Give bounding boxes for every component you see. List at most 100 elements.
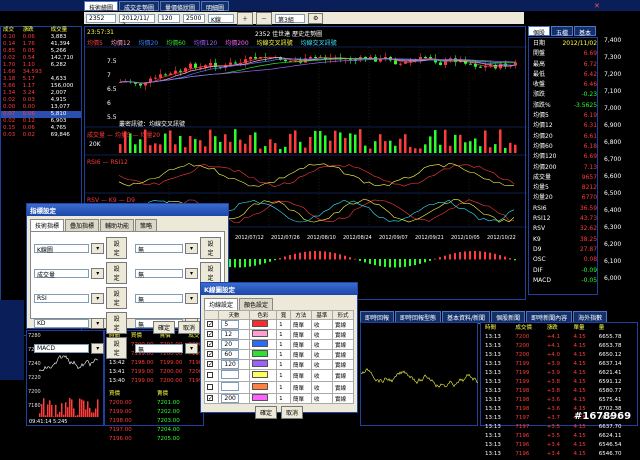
dropdown-arrow-icon[interactable]: ▾ (91, 267, 105, 279)
ma-days-input[interactable] (221, 370, 240, 379)
ma-base-cell[interactable]: 收 (310, 369, 333, 382)
table-row[interactable]: 5.66 1.17 156,000 (1, 83, 81, 90)
ma-color-cell[interactable] (248, 329, 278, 340)
overlay-settings-button[interactable]: 設定 (200, 262, 221, 284)
ma-color-cell[interactable] (248, 319, 278, 330)
ma-shape-cell[interactable]: 實線 (331, 359, 355, 370)
ma-color-swatch[interactable] (251, 340, 268, 347)
ma-color-swatch[interactable] (251, 394, 268, 401)
overlay-settings-button[interactable]: 設定 (200, 237, 221, 259)
info-tab-1[interactable]: 五檔 (551, 26, 574, 37)
kline-cancel-button[interactable]: 取消 (281, 406, 304, 419)
ma-checkbox[interactable]: ✓ (207, 331, 213, 338)
date-input[interactable]: 2012/11/ 2 (119, 13, 155, 29)
ma-base-cell[interactable]: 收 (310, 349, 333, 360)
dropdown-arrow-icon[interactable]: ▾ (91, 342, 105, 354)
ma-shape-cell[interactable]: 實線 (331, 369, 355, 382)
count-input[interactable]: 120 (158, 13, 180, 23)
ma-checkbox[interactable]: ✓ (207, 395, 213, 402)
table-row[interactable]: 3.18 5.17 4,633 (1, 76, 81, 83)
overlay-select[interactable]: 無 (135, 243, 184, 254)
dropdown-arrow-icon[interactable]: ▾ (185, 242, 199, 254)
indicator-settings-button[interactable]: 設定 (106, 287, 128, 309)
close-icon[interactable]: ✕ (594, 2, 600, 10)
group-select[interactable]: 第3組 (275, 13, 306, 24)
table-row[interactable]: 0.02 0.03 4,915 (1, 97, 81, 104)
indicator-settings-button[interactable]: 設定 (106, 262, 128, 284)
ma-shape-cell[interactable]: 實線 (331, 393, 355, 404)
ma-w-cell[interactable]: 1 (276, 393, 291, 404)
ma-w-cell[interactable]: 1 (276, 349, 291, 360)
period-input[interactable]: 2500 (183, 13, 205, 23)
ma-days-input[interactable]: 12 (221, 330, 240, 339)
ok-button[interactable]: 確定 (152, 321, 175, 334)
ma-shape-cell[interactable]: 實線 (331, 319, 355, 330)
ma-days-input[interactable] (221, 382, 240, 391)
table-row[interactable]: 1.66 34,593 (1, 69, 81, 76)
dropdown-arrow-icon[interactable]: ▾ (185, 342, 199, 354)
ma-color-swatch[interactable] (251, 320, 268, 327)
ma-color-cell[interactable] (248, 359, 278, 370)
ma-color-cell[interactable] (248, 339, 278, 350)
ma-w-cell[interactable]: 1 (276, 329, 291, 340)
ma-base-cell[interactable]: 收 (310, 329, 333, 340)
indicator-settings-button[interactable]: 設定 (106, 312, 128, 334)
ma-base-cell[interactable]: 收 (310, 339, 333, 350)
ma-days-input[interactable]: 20 (221, 340, 240, 349)
settings-icon[interactable]: ⚙ (308, 12, 324, 24)
dropdown-arrow-icon[interactable]: ▾ (185, 267, 199, 279)
ma-shape-cell[interactable]: 實線 (331, 339, 355, 350)
ma-days-input[interactable]: 5 (221, 320, 240, 329)
indicator-select[interactable]: 成交量 (34, 268, 90, 279)
overlay-select[interactable]: 無 (135, 293, 184, 304)
ma-method-cell[interactable]: 簡單 (289, 349, 312, 360)
ma-days-input[interactable]: 200 (221, 394, 240, 403)
cancel-button[interactable]: 取消 (177, 321, 200, 334)
info-tab-2[interactable]: 基本 (574, 26, 597, 37)
zoom-out-icon[interactable]: － (256, 11, 273, 25)
table-row[interactable]: 0.15 0.06 4,765 (1, 125, 81, 132)
ma-color-cell[interactable] (248, 393, 278, 404)
ma-checkbox[interactable]: ✓ (207, 361, 213, 368)
ma-checkbox[interactable]: ✓ (207, 321, 213, 328)
ma-method-cell[interactable]: 簡單 (289, 369, 312, 382)
ma-method-cell[interactable]: 簡單 (289, 359, 312, 370)
indicator-select[interactable]: MACD (34, 343, 90, 353)
table-row[interactable]: 0.00 0.00 13,077 (1, 104, 81, 111)
indicator-settings-button[interactable]: 設定 (106, 337, 128, 359)
ma-base-cell[interactable]: 收 (310, 319, 333, 330)
ma-method-cell[interactable]: 簡單 (289, 339, 312, 350)
ma-days-input[interactable]: 60 (221, 350, 240, 359)
dropdown-arrow-icon[interactable]: ▾ (91, 242, 105, 254)
ma-method-cell[interactable]: 簡單 (289, 381, 312, 394)
kline-tab-1[interactable]: 顏色設定 (239, 298, 274, 310)
indicator-tab-0[interactable]: 技術指標 (30, 219, 65, 231)
indicator-tab-2[interactable]: 輔助功能 (100, 219, 135, 231)
table-row[interactable]: 0.02 0.12 6,903 (1, 118, 81, 125)
dropdown-arrow-icon[interactable]: ▾ (185, 292, 199, 304)
ma-shape-cell[interactable]: 實線 (331, 381, 355, 394)
ma-shape-cell[interactable]: 實線 (331, 329, 355, 340)
info-tab-0[interactable]: 個股 (528, 26, 551, 37)
ma-base-cell[interactable]: 收 (310, 381, 333, 394)
top-tab-1[interactable]: 成交走勢圖 (119, 1, 160, 12)
dropdown-arrow-icon[interactable]: ▾ (91, 292, 105, 304)
ma-checkbox[interactable] (207, 383, 213, 390)
top-tab-3[interactable]: 明細圖 (201, 1, 230, 12)
ma-checkbox[interactable]: ✓ (207, 351, 213, 358)
chart-mode-select[interactable]: K線 (208, 13, 234, 24)
ma-w-cell[interactable]: 1 (276, 381, 291, 394)
indicator-select[interactable]: RSI (34, 293, 90, 303)
zoom-in-icon[interactable]: ＋ (237, 11, 254, 25)
top-tab-0[interactable]: 技術繪圖 (84, 1, 119, 12)
ma-method-cell[interactable]: 簡單 (289, 319, 312, 330)
ma-color-swatch[interactable] (251, 350, 268, 357)
ma-color-swatch[interactable] (251, 371, 268, 378)
table-row[interactable]: 0.02 0.54 142,710 (1, 55, 81, 62)
table-row[interactable]: 0.10 0.06 3,883 (1, 34, 81, 41)
table-row[interactable]: 0.14 1.76 41,394 (1, 41, 81, 48)
indicator-select[interactable]: KD (34, 318, 90, 328)
ma-days-input[interactable]: 120 (221, 360, 240, 369)
kline-tab-0[interactable]: 均線設定 (204, 298, 239, 310)
ma-w-cell[interactable]: 1 (276, 369, 291, 382)
